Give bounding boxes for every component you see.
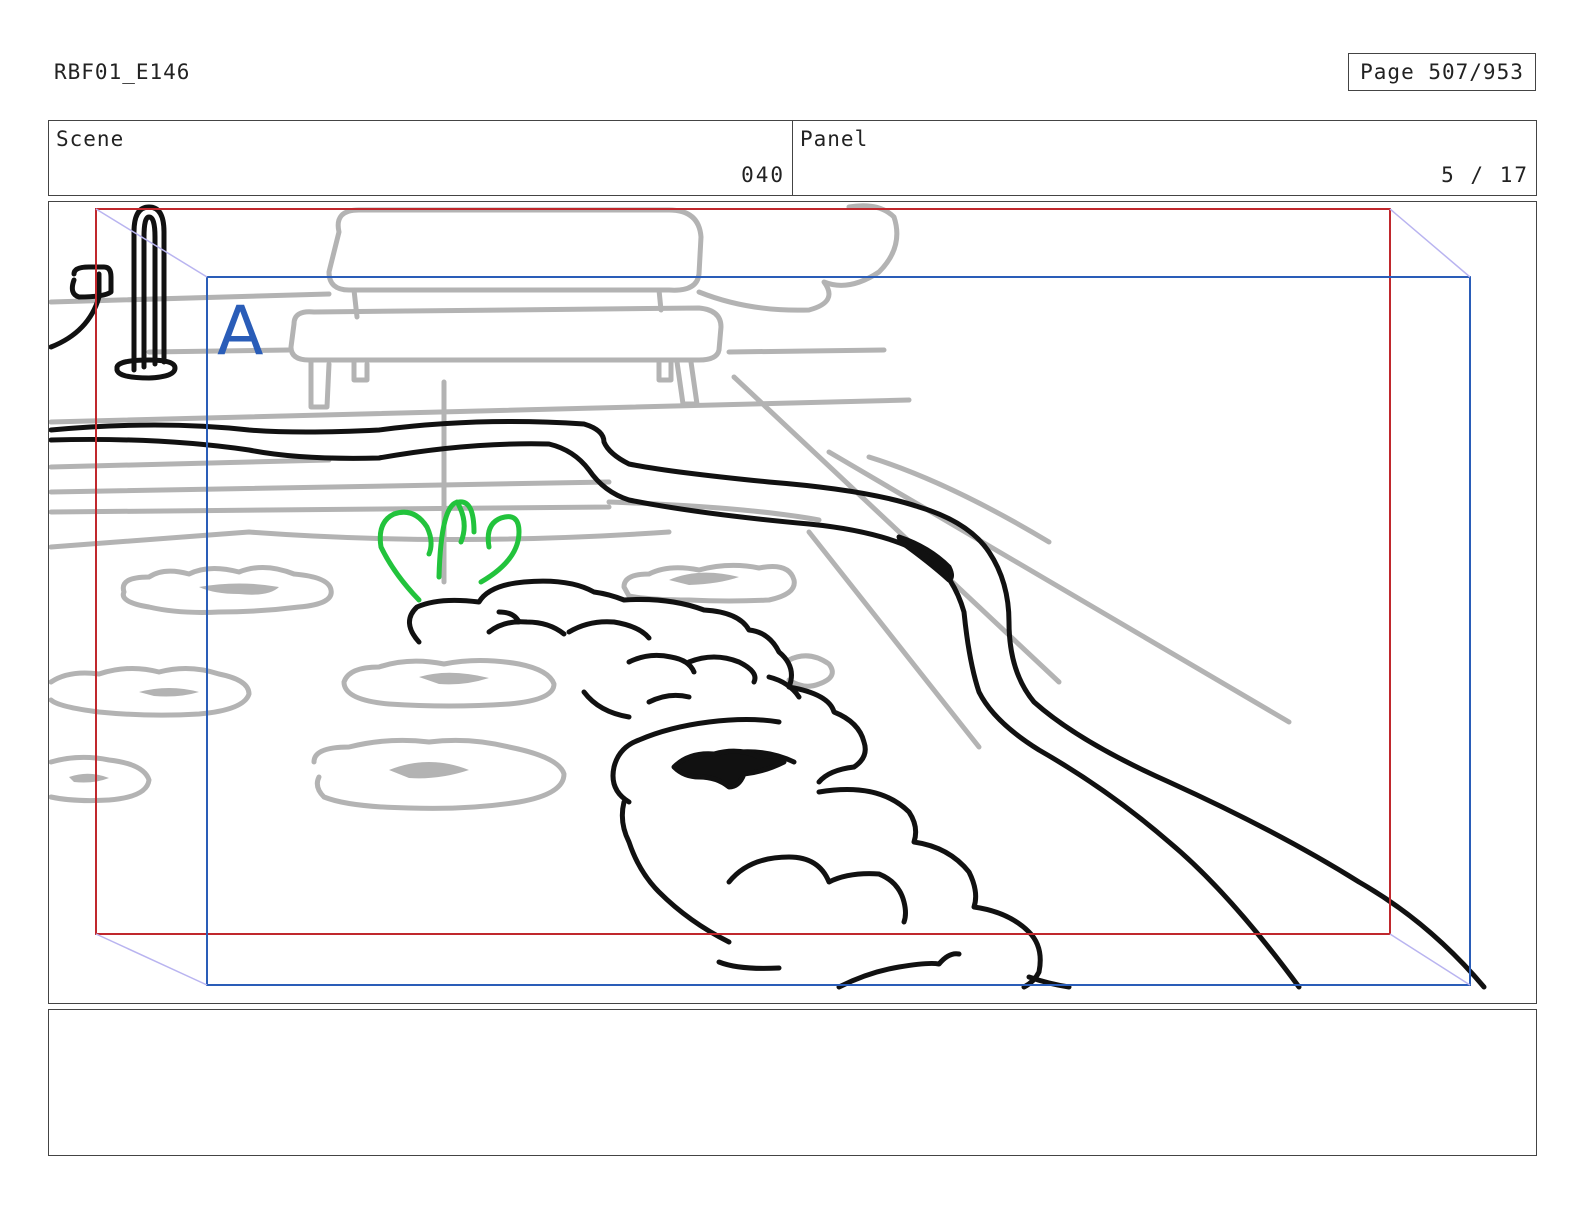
panel-label: Panel <box>800 127 869 151</box>
scene-cell: Scene 040 <box>49 121 792 195</box>
scene-label: Scene <box>56 127 125 151</box>
effect-squiggle-right <box>478 514 522 585</box>
frame-marker: A <box>217 292 264 371</box>
hose-shadow <box>896 534 954 583</box>
scene-number: 040 <box>741 163 785 187</box>
storyboard-panel: A <box>48 201 1537 1004</box>
scene-panel-info: Scene 040 Panel 5 / 17 <box>48 120 1537 196</box>
hose-top <box>49 419 1487 990</box>
bush-shadow <box>671 748 787 790</box>
panel-cell: Panel 5 / 17 <box>792 121 1536 195</box>
grass-tuft <box>786 653 835 689</box>
faucet-pipe <box>131 204 167 373</box>
bench-backrest <box>326 207 704 293</box>
background-blob <box>696 203 900 313</box>
bush-mid <box>610 717 1043 990</box>
bush-bottom <box>716 951 962 990</box>
effect-squiggle-left <box>377 509 434 603</box>
episode-code: RBF01_E146 <box>54 60 191 84</box>
page-indicator: Page 507/953 <box>1348 53 1536 91</box>
panel-drawing: A <box>49 203 1487 990</box>
faucet-hose <box>49 264 114 350</box>
notes-box <box>48 1009 1537 1156</box>
perspective-lines <box>731 374 1292 750</box>
grass-shading <box>69 572 739 783</box>
bench-legs-front <box>308 359 700 410</box>
ink-drawing <box>49 204 1487 990</box>
panel-number: 5 / 17 <box>1441 163 1529 187</box>
